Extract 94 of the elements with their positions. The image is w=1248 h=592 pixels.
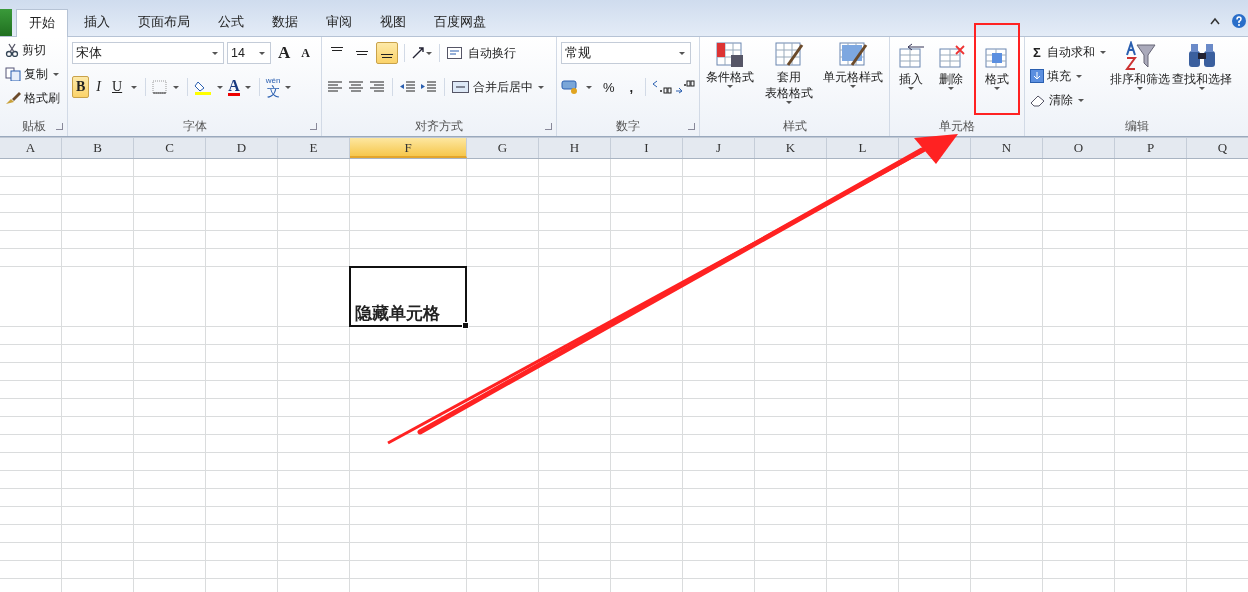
- style-button[interactable]: 套用 表格格式: [762, 39, 815, 106]
- grow-font-button[interactable]: A: [274, 42, 295, 64]
- active-cell[interactable]: 隐藏单元格: [349, 266, 467, 327]
- column-header[interactable]: L: [827, 138, 899, 158]
- phonetic-button[interactable]: wén 文: [265, 76, 281, 98]
- dialog-launcher-icon[interactable]: [56, 123, 63, 130]
- wrap-text-button[interactable]: 自动换行: [446, 43, 517, 63]
- comma-button[interactable]: ,: [623, 79, 640, 95]
- column-header[interactable]: B: [62, 138, 134, 158]
- editing-button[interactable]: Σ 自动求和: [1029, 42, 1109, 62]
- editing-button[interactable]: 查找和选择: [1171, 39, 1233, 92]
- column-header[interactable]: P: [1115, 138, 1187, 158]
- percent-button[interactable]: %: [596, 79, 621, 95]
- merge-cells-icon: [452, 80, 470, 94]
- column-header[interactable]: C: [134, 138, 206, 158]
- align-lines-icon: [380, 54, 394, 59]
- clipboard-button[interactable]: 复制: [4, 64, 63, 84]
- ribbon-tab[interactable]: 百度网盘: [422, 9, 498, 36]
- wrap-text-icon: [447, 46, 465, 60]
- scissors-icon: [5, 43, 19, 57]
- ribbon-tab[interactable]: 插入: [72, 9, 122, 36]
- font-style-button[interactable]: B: [72, 76, 90, 98]
- sort-filter-icon: [1123, 41, 1157, 71]
- font-style-button[interactable]: I: [92, 76, 105, 98]
- style-button[interactable]: 条件格式: [704, 39, 757, 90]
- editing-button[interactable]: 排序和筛选: [1109, 39, 1171, 92]
- column-header[interactable]: N: [971, 138, 1043, 158]
- horizontal-align-icon[interactable]: [326, 80, 344, 94]
- column-header[interactable]: H: [539, 138, 611, 158]
- cells-icon: [936, 43, 967, 71]
- column-header[interactable]: A: [0, 138, 62, 158]
- dialog-launcher-icon[interactable]: [310, 123, 317, 130]
- ribbon-tab[interactable]: 公式: [206, 9, 256, 36]
- collapse-ribbon-icon[interactable]: [1210, 17, 1220, 25]
- column-header[interactable]: F: [350, 138, 467, 158]
- column-header[interactable]: D: [206, 138, 278, 158]
- editing-button[interactable]: 清除: [1029, 90, 1109, 110]
- table-icon: [773, 41, 804, 69]
- font-color-button[interactable]: A: [228, 78, 240, 96]
- group-label: 样式: [782, 118, 807, 135]
- copy-icon: [5, 67, 21, 81]
- vertical-align-button[interactable]: [376, 42, 398, 64]
- fill-color-icon[interactable]: [194, 79, 213, 95]
- font-name-field[interactable]: 宋体: [72, 42, 224, 64]
- column-header[interactable]: O: [1043, 138, 1115, 158]
- table-icon: [837, 41, 868, 69]
- font-size-field[interactable]: 14: [227, 42, 271, 64]
- table-icon: [715, 41, 746, 69]
- ribbon-tab[interactable]: 视图: [368, 9, 418, 36]
- increase-decimal-icon[interactable]: [652, 80, 673, 94]
- group-label: 对齐方式: [415, 118, 463, 135]
- brush-icon: [5, 91, 21, 105]
- merge-center-button[interactable]: 合并后居中: [451, 77, 547, 97]
- dialog-launcher-icon[interactable]: [545, 123, 552, 130]
- decrease-decimal-icon[interactable]: [675, 80, 695, 94]
- font-style-button[interactable]: U: [108, 76, 127, 98]
- group-label: 单元格: [939, 118, 975, 135]
- column-header[interactable]: J: [683, 138, 755, 158]
- increase-indent-icon[interactable]: [420, 80, 438, 94]
- help-icon[interactable]: [1232, 14, 1246, 28]
- align-lines-icon: [355, 50, 369, 56]
- ribbon-tab[interactable]: 数据: [260, 9, 310, 36]
- column-header[interactable]: Q: [1187, 138, 1248, 158]
- fill-down-icon: [1030, 69, 1044, 83]
- cell-button[interactable]: 格式: [974, 23, 1020, 115]
- horizontal-align-icon[interactable]: [368, 80, 386, 94]
- sigma-symbol: Σ: [1032, 44, 1042, 60]
- ribbon-tab[interactable]: 页面布局: [126, 9, 202, 36]
- column-header[interactable]: I: [611, 138, 683, 158]
- decrease-indent-icon[interactable]: [399, 80, 417, 94]
- cells-icon: [896, 43, 927, 71]
- border-icon[interactable]: [152, 80, 169, 94]
- group-label: 字体: [182, 118, 207, 135]
- clipboard-button[interactable]: 格式刷: [4, 88, 63, 108]
- orientation-icon[interactable]: [411, 46, 433, 60]
- number-format-field[interactable]: 常规: [561, 42, 691, 64]
- cell-button[interactable]: 插入: [894, 23, 929, 115]
- group-label: 贴板: [21, 118, 46, 135]
- dropdown-arrow-icon[interactable]: [53, 72, 59, 76]
- dialog-launcher-icon[interactable]: [688, 123, 695, 130]
- cell-button[interactable]: 删除: [934, 23, 969, 115]
- eraser-icon: [1030, 93, 1046, 107]
- ribbon-tab[interactable]: 开始: [16, 9, 68, 37]
- group-label: 编辑: [1124, 118, 1149, 135]
- style-button[interactable]: 单元格样式: [820, 39, 885, 90]
- ribbon-tab[interactable]: 审阅: [314, 9, 364, 36]
- column-header[interactable]: G: [467, 138, 539, 158]
- horizontal-align-icon[interactable]: [347, 80, 365, 94]
- shrink-font-button[interactable]: A: [297, 42, 314, 64]
- column-header[interactable]: K: [755, 138, 827, 158]
- group-label: 数字: [616, 118, 640, 135]
- clipboard-button[interactable]: 剪切: [4, 40, 63, 60]
- align-lines-icon: [330, 47, 344, 52]
- editing-button[interactable]: 填充: [1029, 66, 1109, 86]
